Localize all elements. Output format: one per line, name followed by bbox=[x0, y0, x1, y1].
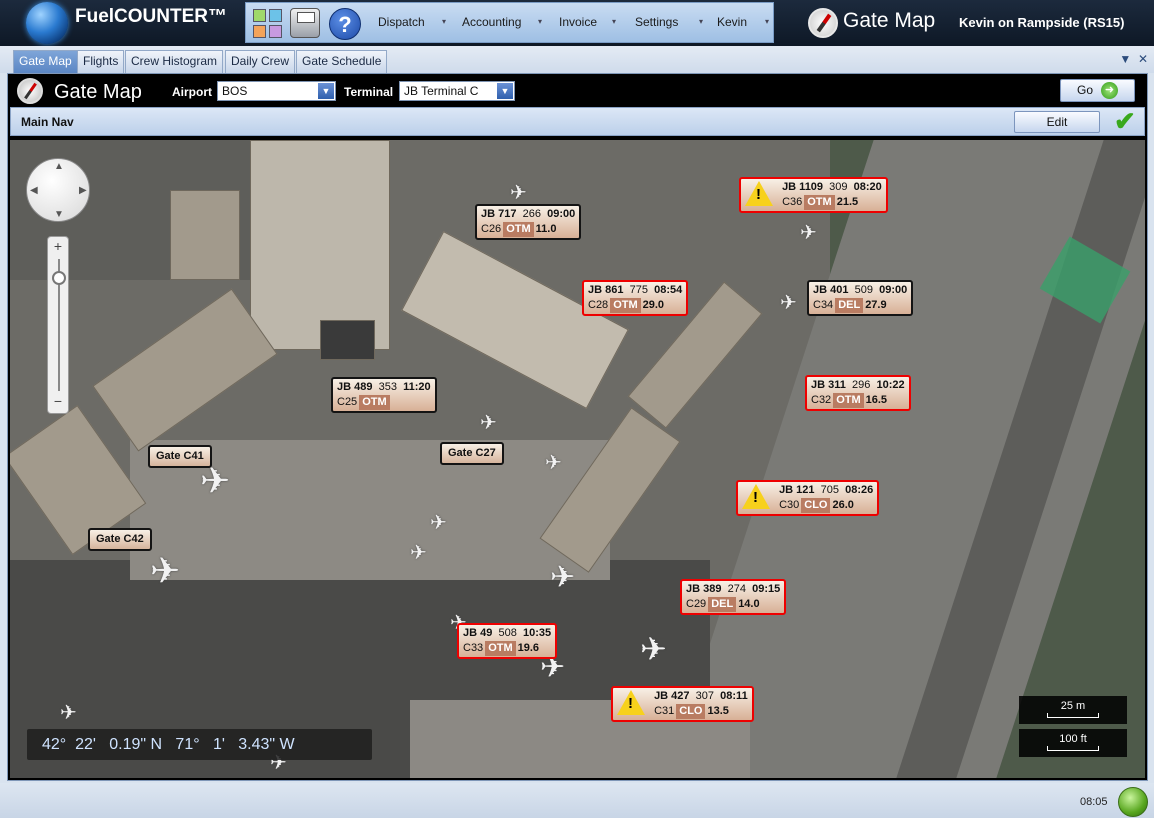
aircraft: ✈ bbox=[550, 561, 576, 594]
pan-right-icon[interactable]: ▶ bbox=[79, 185, 87, 196]
pan-down-icon[interactable]: ▼ bbox=[54, 209, 64, 220]
scale-feet: 100 ft bbox=[1019, 729, 1127, 757]
parking-garage bbox=[250, 140, 390, 350]
zoom-in-icon[interactable]: + bbox=[48, 238, 68, 254]
airport-select[interactable]: BOS ▼ bbox=[217, 81, 336, 101]
aircraft: ✈ bbox=[150, 550, 181, 591]
check-icon[interactable]: ✔ bbox=[1114, 106, 1136, 137]
flight-tag-alert[interactable]: JB 121 705 08:26 C30CLO26.0 bbox=[736, 480, 880, 516]
aircraft: ✈ bbox=[60, 702, 77, 724]
tab-gate-schedule[interactable]: Gate Schedule bbox=[296, 50, 388, 73]
nav-title: Main Nav bbox=[21, 115, 74, 129]
flight-tag-alert[interactable]: JB 49 508 10:35 C33 OTM 19.6 bbox=[457, 623, 558, 659]
edit-button[interactable]: Edit bbox=[1014, 111, 1100, 133]
clock: 08:05 bbox=[1080, 796, 1108, 808]
chevron-down-icon: ▼ bbox=[497, 83, 513, 99]
compass-icon bbox=[17, 78, 43, 104]
airport-label: Airport bbox=[172, 85, 212, 99]
go-button[interactable]: Go ➜ bbox=[1060, 79, 1135, 102]
chevron-down-icon: ▼ bbox=[318, 83, 334, 99]
flight-tag[interactable]: JB 401 509 09:00 C34 DEL 27.9 bbox=[807, 280, 914, 316]
terminal-label: Terminal bbox=[344, 85, 394, 99]
menu-invoice[interactable]: Invoice ▾ bbox=[559, 15, 616, 29]
zoom-handle[interactable] bbox=[52, 271, 66, 285]
warning-icon bbox=[742, 484, 770, 509]
menu-bar: ? Dispatch ▾ Accounting ▾ Invoice ▾ Setting… bbox=[245, 2, 774, 43]
window-controls: ▼ ✕ bbox=[1119, 52, 1148, 66]
chevron-down-icon: ▾ bbox=[442, 17, 447, 26]
terminal-select[interactable]: JB Terminal C ▼ bbox=[399, 81, 515, 101]
apps-icon[interactable] bbox=[252, 8, 282, 38]
chevron-down-icon[interactable]: ▼ bbox=[1119, 52, 1131, 66]
chevron-down-icon: ▾ bbox=[538, 17, 543, 26]
gate-label[interactable]: Gate C41 bbox=[148, 445, 212, 468]
zoom-slider[interactable]: + − bbox=[47, 236, 69, 414]
aircraft: ✈ bbox=[430, 512, 447, 534]
gate-label[interactable]: Gate C42 bbox=[88, 528, 152, 551]
status-bar: 08:05 bbox=[0, 783, 1154, 818]
gate-map-panel: Gate Map Airport BOS ▼ Terminal JB Termi… bbox=[7, 73, 1148, 781]
flight-tag-alert[interactable]: JB 861 775 08:54 C28 OTM 29.0 bbox=[582, 280, 689, 316]
page-title: Gate Map bbox=[843, 9, 936, 32]
app-title: FuelCOUNTER™ bbox=[75, 6, 227, 27]
menu-dispatch[interactable]: Dispatch ▾ bbox=[378, 15, 446, 29]
gate-map-toolbar: Gate Map Airport BOS ▼ Terminal JB Termi… bbox=[10, 76, 1145, 105]
flight-tag-alert[interactable]: JB 427 307 08:11 C31CLO13.5 bbox=[611, 686, 754, 722]
app-header: FuelCOUNTER™ ? Dispatch ▾ Accounting ▾ Inv… bbox=[0, 0, 1154, 46]
flight-tag[interactable]: JB 717 266 09:00 C26 OTM 11.0 bbox=[475, 204, 582, 240]
flight-tag-alert[interactable]: JB 1109 309 08:20 C36OTM21.5 bbox=[739, 177, 888, 213]
scale-meters: 25 m bbox=[1019, 696, 1127, 724]
aircraft: ✈ bbox=[410, 542, 427, 564]
tab-gate-map[interactable]: Gate Map bbox=[13, 50, 78, 73]
flight-tag-alert[interactable]: JB 311 296 10:22 C32 OTM 16.5 bbox=[805, 375, 911, 411]
user-info: Kevin on Rampside (RS15) bbox=[959, 15, 1125, 30]
building bbox=[320, 320, 375, 360]
coordinates-readout: 42° 22' 0.19" N 71° 1' 3.43" W bbox=[27, 729, 372, 760]
warning-icon bbox=[745, 181, 773, 206]
chevron-down-icon: ▾ bbox=[765, 17, 770, 26]
pan-left-icon[interactable]: ◀ bbox=[30, 185, 38, 196]
go-arrow-icon: ➜ bbox=[1101, 82, 1118, 99]
menu-settings[interactable]: Settings ▾ bbox=[635, 15, 703, 29]
panel-title: Gate Map bbox=[54, 81, 142, 103]
aircraft: ✈ bbox=[510, 182, 527, 204]
aircraft: ✈ bbox=[480, 412, 497, 434]
tab-crew-histogram[interactable]: Crew Histogram bbox=[125, 50, 224, 73]
help-icon[interactable]: ? bbox=[329, 8, 361, 40]
tab-bar: Gate Map Flights Crew Histogram Daily Cr… bbox=[0, 46, 1154, 73]
aerial-map[interactable]: ✈ ✈ ✈ ✈ ✈ ✈ ✈ ✈ ✈ ✈ ✈ ✈ ✈ ✈ ✈ JB 717 266… bbox=[10, 140, 1145, 778]
pan-control-icon[interactable]: ▲ ▼ ◀ ▶ bbox=[26, 158, 90, 222]
menu-user[interactable]: Kevin ▾ bbox=[717, 15, 769, 29]
close-icon[interactable]: ✕ bbox=[1138, 52, 1148, 66]
aircraft: ✈ bbox=[545, 452, 562, 474]
gate-label[interactable]: Gate C27 bbox=[440, 442, 504, 465]
aircraft: ✈ bbox=[780, 292, 797, 314]
aircraft: ✈ bbox=[800, 222, 817, 244]
building bbox=[170, 190, 240, 280]
compass-icon bbox=[808, 8, 838, 38]
chevron-down-icon: ▾ bbox=[699, 17, 704, 26]
menu-accounting[interactable]: Accounting ▾ bbox=[462, 15, 542, 29]
flight-tag[interactable]: JB 489 353 11:20 C25 OTM bbox=[331, 377, 437, 413]
tab-daily-crew[interactable]: Daily Crew bbox=[225, 50, 296, 73]
main-nav-bar: Main Nav Edit ✔ bbox=[10, 106, 1145, 137]
warning-icon bbox=[617, 690, 645, 715]
tab-flights[interactable]: Flights bbox=[77, 50, 125, 73]
flight-tag-alert[interactable]: JB 389 274 09:15 C29 DEL 14.0 bbox=[680, 579, 787, 615]
status-led-icon bbox=[1118, 787, 1148, 817]
chevron-down-icon: ▾ bbox=[612, 17, 617, 26]
globe-icon bbox=[26, 2, 68, 44]
zoom-out-icon[interactable]: − bbox=[48, 393, 68, 409]
aircraft: ✈ bbox=[640, 631, 667, 667]
print-icon[interactable] bbox=[290, 8, 320, 38]
pan-up-icon[interactable]: ▲ bbox=[54, 161, 64, 172]
